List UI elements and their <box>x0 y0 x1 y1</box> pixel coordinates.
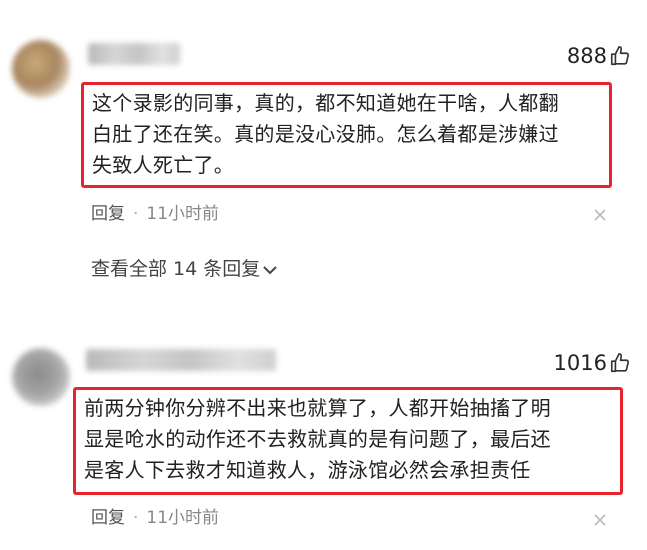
comment-text-line: 是客人下去救才知道救人，游泳馆必然会承担责任 <box>84 458 531 482</box>
view-all-replies-link[interactable]: 查看全部 14 条回复 <box>91 256 278 282</box>
close-icon[interactable] <box>593 513 607 527</box>
comment-meta: 回复 · 11小时前 <box>91 506 219 530</box>
reply-button[interactable]: 回复 <box>91 204 125 224</box>
thumbs-up-icon[interactable] <box>609 351 631 375</box>
chevron-down-icon <box>263 265 277 274</box>
comment-text-highlight: 这个录影的同事，真的，都不知道她在干啥，人都翻 白肚了还在笑。真的是没心没肺。怎… <box>81 82 612 188</box>
close-icon[interactable] <box>593 208 607 222</box>
comment-text-line: 这个录影的同事，真的，都不知道她在干啥，人都翻 <box>92 91 559 115</box>
like-count: 1016 <box>553 351 607 375</box>
username-blurred[interactable] <box>88 43 180 65</box>
view-replies-label: 查看全部 14 条回复 <box>91 258 261 280</box>
comment-text-line: 前两分钟你分辨不出来也就算了，人都开始抽搐了明 <box>84 396 551 420</box>
avatar[interactable] <box>12 348 70 406</box>
timestamp: 11小时前 <box>146 508 220 528</box>
timestamp: 11小时前 <box>146 204 220 224</box>
avatar[interactable] <box>12 40 70 98</box>
comment-meta: 回复 · 11小时前 <box>91 202 219 226</box>
meta-separator: · <box>133 508 139 528</box>
like-count: 888 <box>566 44 607 68</box>
comment-text-line: 白肚了还在笑。真的是没心没肺。怎么着都是涉嫌过 <box>92 122 559 146</box>
comment-item: 1016 前两分钟你分辨不出来也就算了，人都开始抽搐了明 显是呛水的动作还不去救… <box>0 300 647 550</box>
comment-text-line: 失致人死亡了。 <box>92 153 235 177</box>
reply-button[interactable]: 回复 <box>91 508 125 528</box>
username-blurred[interactable] <box>86 349 276 371</box>
comment-text-line: 显是呛水的动作还不去救就真的是有问题了，最后还 <box>84 427 551 451</box>
comment-item: 888 这个录影的同事，真的，都不知道她在干啥，人都翻 白肚了还在笑。真的是没心… <box>0 0 647 300</box>
comment-text-highlight: 前两分钟你分辨不出来也就算了，人都开始抽搐了明 显是呛水的动作还不去救就真的是有… <box>73 387 623 495</box>
thumbs-up-icon[interactable] <box>609 44 631 68</box>
meta-separator: · <box>133 204 139 224</box>
